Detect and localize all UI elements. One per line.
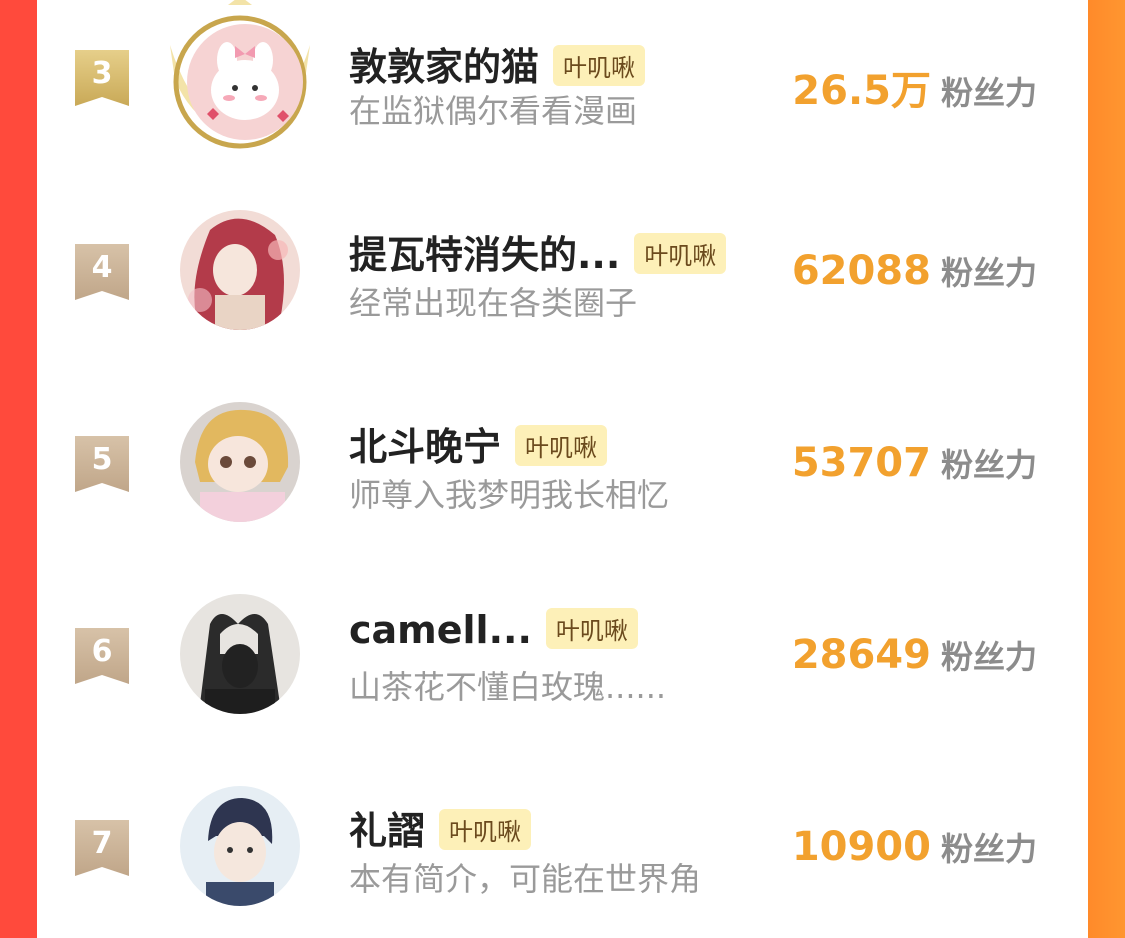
tag-badge: 叶叽啾 [515, 425, 608, 466]
rank-badge: 6 [75, 628, 129, 684]
user-name[interactable]: camell... 叶叽啾 [349, 608, 638, 653]
fans-ranking-panel: 3 敦敦家的猫 叶叽啾 在监狱偶尔看看漫画 26.5万粉丝力 4 提瓦特消失的.… [37, 0, 1088, 906]
pink-bunny-avatar-icon [187, 24, 303, 140]
ranking-row[interactable]: 5 北斗晚宁 叶叽啾 师尊入我梦明我长相忆 53707 粉丝力 [37, 384, 1088, 554]
anime-boy-avatar-icon [180, 786, 300, 906]
avatar[interactable] [180, 594, 300, 714]
user-bio: 本有简介，可能在世界角 [349, 860, 702, 898]
fans-count: 10900 粉丝力 [791, 824, 1037, 870]
anime-girl-red-hair-avatar-icon [180, 210, 300, 330]
rank-badge: 5 [75, 436, 129, 492]
ranking-row[interactable]: 6 camell... 叶叽啾 山茶花不懂白玫瑰...... 28649 粉丝力 [37, 576, 1088, 746]
rank-badge: 3 [75, 50, 129, 106]
user-bio: 师尊入我梦明我长相忆 [349, 476, 670, 514]
heart-hands-silhouette-avatar-icon [180, 594, 300, 714]
avatar[interactable] [180, 786, 300, 906]
user-name[interactable]: 提瓦特消失的... 叶叽啾 [349, 224, 727, 279]
ranking-row[interactable]: 7 礼謵 叶叽啾 本有简介，可能在世界角 10900 粉丝力 [37, 768, 1088, 938]
rank-badge: 4 [75, 244, 129, 300]
tag-badge: 叶叽啾 [439, 809, 532, 850]
avatar[interactable] [187, 24, 303, 140]
user-name[interactable]: 礼謵 叶叽啾 [349, 800, 532, 855]
fans-count: 28649 粉丝力 [791, 632, 1037, 678]
user-bio: 在监狱偶尔看看漫画 [349, 92, 638, 130]
tag-badge: 叶叽啾 [553, 45, 646, 86]
fans-count: 53707 粉丝力 [791, 440, 1037, 486]
rank-badge: 7 [75, 820, 129, 876]
tag-badge: 叶叽啾 [545, 608, 638, 649]
user-name[interactable]: 北斗晚宁 叶叽啾 [349, 416, 608, 471]
fans-count: 62088 粉丝力 [791, 248, 1037, 294]
tag-badge: 叶叽啾 [634, 233, 727, 274]
ranking-row[interactable]: 3 敦敦家的猫 叶叽啾 在监狱偶尔看看漫画 26.5万粉丝力 [37, 0, 1088, 170]
avatar[interactable] [180, 210, 300, 330]
user-bio: 山茶花不懂白玫瑰...... [349, 668, 667, 706]
avatar[interactable] [180, 402, 300, 522]
blonde-doll-avatar-icon [180, 402, 300, 522]
ranking-row[interactable]: 4 提瓦特消失的... 叶叽啾 经常出现在各类圈子 62088 粉丝力 [37, 192, 1088, 362]
fans-count: 26.5万 粉丝力 [792, 68, 1037, 114]
user-bio: 经常出现在各类圈子 [349, 284, 638, 322]
user-name[interactable]: 敦敦家的猫 叶叽啾 [349, 36, 646, 91]
